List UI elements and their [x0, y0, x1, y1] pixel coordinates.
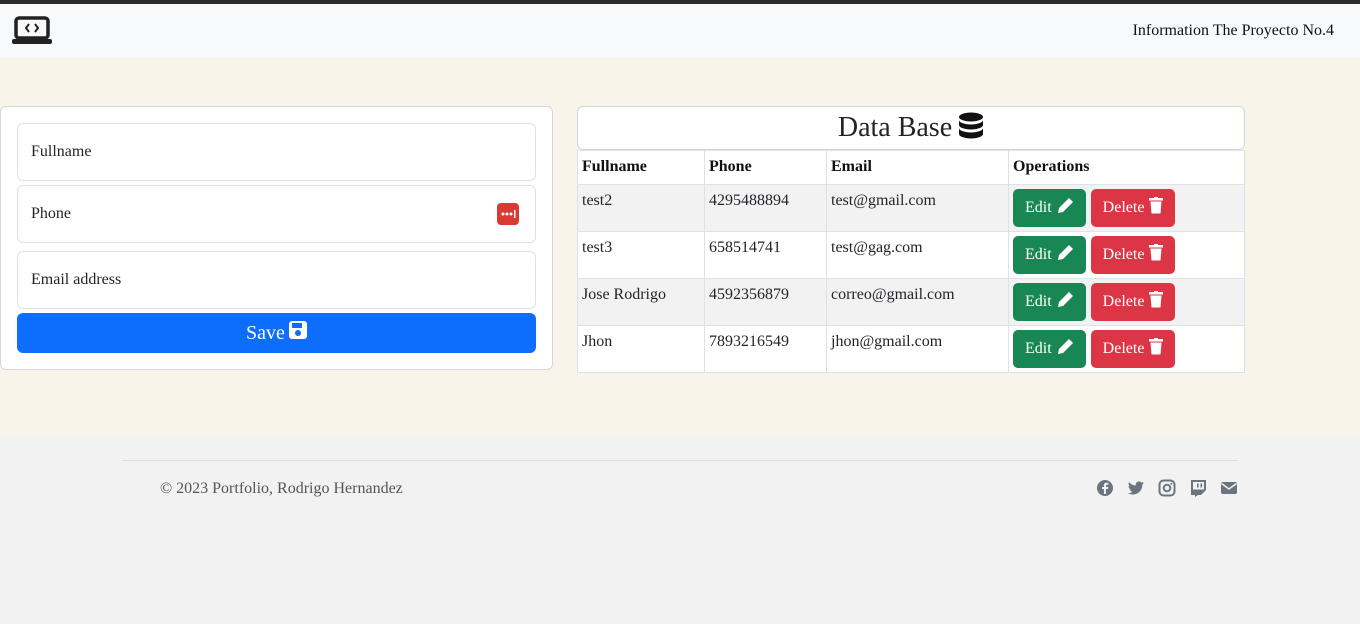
edit-label: Edit — [1025, 340, 1052, 357]
cell-fullname: test2 — [577, 184, 705, 232]
cell-phone: 4592356879 — [704, 278, 827, 326]
trash-icon — [1149, 338, 1164, 360]
trash-icon — [1149, 197, 1164, 219]
social-links — [1096, 479, 1238, 497]
database-title: Data Base — [837, 112, 953, 143]
cell-phone: 4295488894 — [704, 184, 827, 232]
phone-placeholder: Phone — [31, 205, 71, 222]
cell-email: test@gmail.com — [826, 184, 1009, 232]
cell-operations: Edit Delete — [1008, 325, 1245, 373]
save-label: Save — [246, 321, 285, 344]
pencil-icon — [1057, 291, 1074, 313]
password-manager-icon[interactable] — [497, 203, 519, 225]
edit-button[interactable]: Edit — [1013, 330, 1086, 368]
delete-label: Delete — [1102, 340, 1145, 357]
edit-label: Edit — [1025, 199, 1052, 216]
twitch-icon[interactable] — [1189, 479, 1207, 497]
edit-button[interactable]: Edit — [1013, 189, 1086, 227]
edit-label: Edit — [1025, 246, 1052, 263]
column-header-email: Email — [826, 150, 1009, 185]
cell-phone: 7893216549 — [704, 325, 827, 373]
delete-label: Delete — [1102, 246, 1145, 263]
delete-button[interactable]: Delete — [1090, 330, 1176, 368]
copyright-text: © 2023 Portfolio, Rodrigo Hernandez — [160, 480, 403, 497]
fullname-field[interactable]: Fullname — [17, 123, 536, 181]
footer-divider — [122, 460, 1238, 461]
main-section: Fullname Phone Email address Save Data B… — [0, 58, 1360, 436]
cell-operations: Edit Delete — [1008, 231, 1245, 279]
edit-label: Edit — [1025, 293, 1052, 310]
laptop-code-icon[interactable] — [12, 16, 52, 46]
cell-email: test@gag.com — [826, 231, 1009, 279]
table-row: Jhon 7893216549 jhon@gmail.com Edit Dele… — [577, 325, 1245, 373]
table-row: test3 658514741 test@gag.com Edit Delete — [577, 231, 1245, 279]
instagram-icon[interactable] — [1158, 479, 1176, 497]
email-field[interactable]: Email address — [17, 251, 536, 309]
edit-button[interactable]: Edit — [1013, 283, 1086, 321]
contact-form: Fullname Phone Email address Save — [0, 106, 553, 370]
delete-button[interactable]: Delete — [1090, 283, 1176, 321]
pencil-icon — [1057, 197, 1074, 219]
delete-label: Delete — [1102, 199, 1145, 216]
email-placeholder: Email address — [31, 271, 122, 288]
floppy-disk-icon — [288, 321, 307, 345]
cell-email: correo@gmail.com — [826, 278, 1009, 326]
delete-label: Delete — [1102, 293, 1145, 310]
database-table: Fullname Phone Email Operations test2 42… — [577, 150, 1245, 373]
nav-title[interactable]: Information The Proyecto No.4 — [1133, 22, 1334, 40]
database-icon — [958, 112, 984, 145]
column-header-fullname: Fullname — [577, 150, 705, 185]
cell-fullname: test3 — [577, 231, 705, 279]
navbar: Information The Proyecto No.4 — [0, 4, 1360, 58]
facebook-icon[interactable] — [1096, 479, 1114, 497]
envelope-icon[interactable] — [1220, 479, 1238, 497]
table-row: Jose Rodrigo 4592356879 correo@gmail.com… — [577, 278, 1245, 326]
trash-icon — [1149, 244, 1164, 266]
save-button[interactable]: Save — [17, 313, 536, 353]
database-header: Data Base — [577, 106, 1245, 150]
trash-icon — [1149, 291, 1164, 313]
table-header-row: Fullname Phone Email Operations — [577, 150, 1245, 185]
phone-field[interactable]: Phone — [17, 185, 536, 243]
table-row: test2 4295488894 test@gmail.com Edit Del… — [577, 184, 1245, 232]
column-header-operations: Operations — [1008, 150, 1245, 185]
pencil-icon — [1057, 338, 1074, 360]
cell-fullname: Jose Rodrigo — [577, 278, 705, 326]
cell-operations: Edit Delete — [1008, 184, 1245, 232]
delete-button[interactable]: Delete — [1090, 236, 1176, 274]
twitter-icon[interactable] — [1127, 479, 1145, 497]
cell-fullname: Jhon — [577, 325, 705, 373]
delete-button[interactable]: Delete — [1090, 189, 1176, 227]
column-header-phone: Phone — [704, 150, 827, 185]
cell-email: jhon@gmail.com — [826, 325, 1009, 373]
cell-operations: Edit Delete — [1008, 278, 1245, 326]
edit-button[interactable]: Edit — [1013, 236, 1086, 274]
cell-phone: 658514741 — [704, 231, 827, 279]
pencil-icon — [1057, 244, 1074, 266]
fullname-placeholder: Fullname — [31, 143, 92, 160]
